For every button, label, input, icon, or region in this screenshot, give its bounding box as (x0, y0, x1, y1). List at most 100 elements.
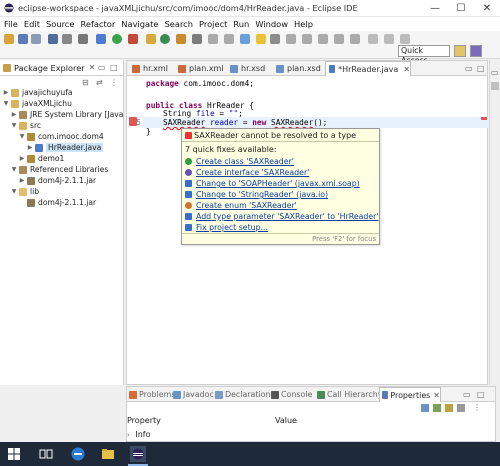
open-perspective-icon[interactable] (454, 45, 466, 57)
quick-fix-change-stringreader[interactable]: Change to 'StringReader' (java.io) (185, 189, 328, 200)
close-icon[interactable]: ✕ (89, 63, 96, 72)
back-icon[interactable] (334, 34, 344, 44)
search-icon[interactable] (192, 34, 202, 44)
file-explorer-icon[interactable] (100, 446, 116, 462)
tab-plan-xsd[interactable]: plan.xsd (273, 61, 321, 76)
tab-call-hierarchy[interactable]: Call Hierarchy (315, 387, 382, 402)
show-whitespace-icon[interactable] (270, 34, 280, 44)
menu-project[interactable]: Project (199, 19, 227, 29)
menu-navigate[interactable]: Navigate (121, 19, 158, 29)
quick-fix-create-interface[interactable]: Create interface 'SAXReader' (185, 167, 309, 178)
collapse-icon[interactable]: ▼ (11, 166, 17, 173)
run-icon[interactable] (112, 34, 122, 44)
minimize-view-icon[interactable]: ▭ (463, 390, 471, 399)
minimize-view-icon[interactable]: ▭ (465, 64, 473, 73)
task-view-icon[interactable] (38, 446, 54, 462)
minimize-view-icon[interactable]: ▭ (98, 63, 106, 72)
minimize-button[interactable]: — (422, 0, 448, 17)
close-icon[interactable]: ✕ (403, 65, 410, 74)
menu-run[interactable]: Run (233, 19, 249, 29)
save-icon[interactable] (18, 34, 28, 44)
collapse-icon[interactable]: ▼ (11, 122, 17, 129)
quick-fix-create-enum[interactable]: Create enum 'SAXReader' (185, 200, 297, 211)
collapse-all-icon[interactable]: ⊟ (82, 78, 89, 87)
new-java-class-icon[interactable] (160, 34, 170, 44)
expand-icon[interactable]: ▶ (19, 155, 25, 162)
link-editor-icon[interactable]: ⇄ (96, 78, 103, 87)
navigate-back-icon[interactable] (384, 34, 394, 44)
menu-file[interactable]: File (4, 19, 18, 29)
tab-declaration[interactable]: Declaration (213, 387, 271, 402)
debug-icon[interactable] (96, 34, 106, 44)
skip-breakpoints-icon[interactable] (62, 34, 72, 44)
tree-item-package[interactable]: ▶ demo1 (19, 153, 65, 164)
quick-fix-change-soapheader[interactable]: Change to 'SOAPHeader' (javax.xml.soap) (185, 178, 360, 189)
toggle-mark-occurrences-icon[interactable] (240, 34, 250, 44)
tab-hr-xml[interactable]: hr.xml (129, 61, 168, 76)
tree-item-java-file[interactable]: ▶ HrReader.java (27, 142, 104, 153)
menu-window[interactable]: Window (255, 19, 288, 29)
tree-item-jar[interactable]: ▶ dom4j-2.1.1.jar (19, 175, 96, 186)
categories-icon[interactable] (433, 404, 441, 412)
view-menu-icon[interactable]: ⋮ (110, 78, 118, 87)
overview-error-marker[interactable] (481, 117, 487, 120)
save-all-icon[interactable] (31, 34, 41, 44)
maximize-button[interactable]: ☐ (448, 0, 474, 17)
forward-icon[interactable] (350, 34, 360, 44)
new-icon[interactable] (4, 34, 14, 44)
column-value[interactable]: Value (275, 416, 297, 425)
menu-refactor[interactable]: Refactor (80, 19, 115, 29)
outline-icon[interactable] (491, 82, 499, 90)
expand-icon[interactable]: ▶ (3, 89, 9, 96)
tree-item-library[interactable]: ▶ JRE System Library [Java (11, 109, 124, 120)
next-annotation-icon[interactable] (286, 34, 296, 44)
collapse-icon[interactable]: ▼ (3, 100, 9, 107)
windows-start-icon[interactable] (6, 446, 22, 462)
quick-fix-fix-project-setup[interactable]: Fix project setup... (185, 222, 268, 233)
eclipse-taskbar-icon[interactable] (130, 446, 146, 462)
new-java-package-icon[interactable] (146, 34, 156, 44)
tab-hrreader-java[interactable]: *HrReader.java ✕ (325, 61, 411, 76)
advanced-icon[interactable] (445, 404, 453, 412)
collapse-icon[interactable]: ▼ (11, 188, 17, 195)
open-task-icon[interactable] (208, 34, 218, 44)
open-type-icon[interactable] (176, 34, 186, 44)
tab-console[interactable]: Console (269, 387, 312, 402)
settings-icon[interactable] (78, 34, 88, 44)
edge-browser-icon[interactable] (70, 446, 86, 462)
maximize-view-icon[interactable]: □ (110, 63, 118, 72)
quick-fix-add-type-parameter[interactable]: Add type parameter 'SAXReader' to 'HrRea… (185, 211, 379, 222)
annotation-icon[interactable] (224, 34, 234, 44)
tree-item-package[interactable]: ▼ com.imooc.dom4 (19, 131, 104, 142)
menu-edit[interactable]: Edit (24, 19, 40, 29)
column-property[interactable]: Property (127, 416, 161, 425)
tree-item-project[interactable]: ▶ javajichuyufa (3, 87, 73, 98)
menu-help[interactable]: Help (294, 19, 313, 29)
tree-item-project[interactable]: ▼ javaXMLjichu (3, 98, 72, 109)
menu-source[interactable]: Source (46, 19, 75, 29)
pin-editor-icon[interactable] (368, 34, 378, 44)
restore-defaults-icon[interactable] (457, 404, 465, 412)
terminal-icon[interactable] (48, 34, 58, 44)
expand-icon[interactable]: › (127, 431, 130, 439)
code-line-package[interactable]: package com.imooc.dom4; (146, 79, 254, 90)
expand-icon[interactable]: ▶ (11, 111, 17, 118)
tab-hr-xsd[interactable]: hr.xsd (227, 61, 265, 76)
close-button[interactable]: ✕ (474, 0, 500, 17)
tree-item-referenced-libraries[interactable]: ▼ Referenced Libraries (11, 164, 109, 175)
maximize-view-icon[interactable]: □ (477, 390, 485, 399)
navigate-forward-icon[interactable] (400, 34, 410, 44)
collapse-icon[interactable]: ▼ (19, 133, 25, 140)
quick-fix-create-class[interactable]: Create class 'SAXReader' (185, 156, 294, 167)
pin-icon[interactable] (421, 404, 429, 412)
view-menu-icon[interactable]: ⋮ (473, 403, 481, 412)
toggle-highlight-icon[interactable] (256, 34, 266, 44)
tab-properties[interactable]: Properties ✕ (379, 387, 441, 402)
tree-item-jar[interactable]: dom4j-2.1.1.jar (19, 197, 96, 208)
tree-item-folder[interactable]: ▼ lib (11, 186, 39, 197)
expand-icon[interactable]: ▶ (19, 177, 25, 184)
tab-package-explorer[interactable]: Package Explorer ✕ ▭ □ (0, 60, 123, 76)
quick-access-input[interactable]: Quick Access (398, 45, 450, 65)
tab-javadoc[interactable]: Javadoc (171, 387, 214, 402)
last-edit-icon[interactable] (318, 34, 328, 44)
